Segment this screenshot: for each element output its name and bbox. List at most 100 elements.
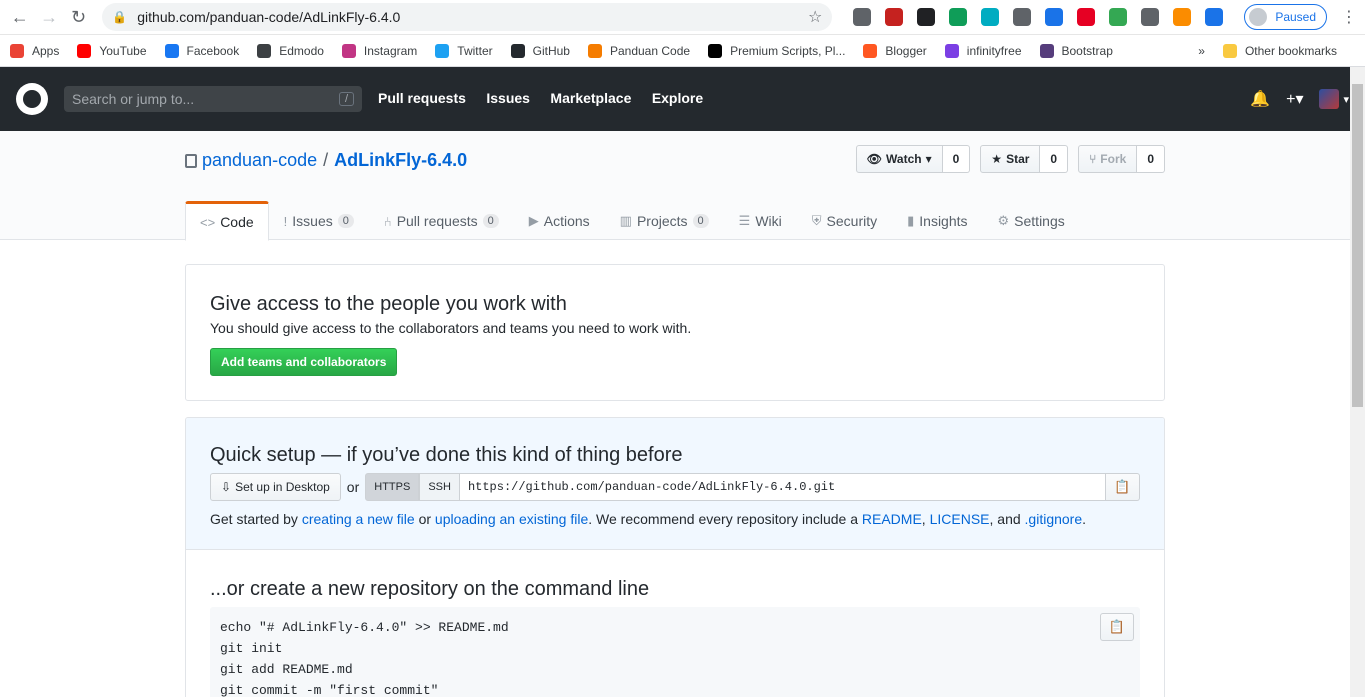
star-icon: ★ (991, 152, 1003, 166)
extension-icon[interactable] (981, 8, 1000, 26)
watch-count[interactable]: 0 (942, 145, 971, 173)
extension-icon[interactable] (853, 8, 872, 26)
other-bookmarks[interactable]: Other bookmarks (1222, 43, 1337, 58)
address-url[interactable]: github.com/panduan-code/AdLinkFly-6.4.0 (137, 9, 808, 25)
watch-button[interactable]: 👁 Watch ▾ (855, 145, 943, 173)
bookmark-favicon-icon (1039, 43, 1054, 58)
profile-button[interactable]: Paused (1244, 4, 1328, 30)
tab-insights[interactable]: ▮ Insights (892, 201, 982, 241)
repo-title: panduan-code / AdLinkFly-6.4.0 (185, 150, 467, 171)
extension-icon[interactable] (1045, 8, 1064, 26)
bookmark-item[interactable]: Bootstrap (1039, 43, 1113, 58)
bookmark-star-icon[interactable]: ☆ (808, 7, 822, 27)
tab-counter: 0 (482, 214, 499, 228)
bookmark-favicon-icon (587, 43, 602, 58)
bookmark-item[interactable]: Twitter (435, 43, 493, 58)
quick-setup-description: Get started by creating a new file or up… (210, 511, 1140, 527)
bookmark-favicon-icon (341, 43, 356, 58)
notifications-bell-icon[interactable]: 🔔 (1250, 89, 1270, 109)
tab-icon: ▥ (619, 213, 632, 228)
clipboard-icon[interactable]: 📋 (1106, 473, 1140, 501)
tab-settings[interactable]: ⚙ Settings (983, 201, 1080, 241)
clone-url-input[interactable]: https://github.com/panduan-code/AdLinkFl… (459, 473, 1106, 501)
command-code-block[interactable]: echo "# AdLinkFly-6.4.0" >> README.md gi… (210, 607, 1140, 697)
bookmarks-overflow-icon[interactable]: » (1198, 44, 1205, 58)
browser-menu-icon[interactable]: ⋮ (1341, 7, 1357, 27)
nav-marketplace[interactable]: Marketplace (550, 90, 631, 106)
desc-comma: , (921, 511, 926, 527)
repo-name-link[interactable]: AdLinkFly-6.4.0 (334, 150, 467, 171)
readme-link[interactable]: README (862, 511, 922, 527)
fork-count[interactable]: 0 (1137, 145, 1165, 173)
extension-icon[interactable] (885, 8, 904, 26)
bookmark-label: Blogger (885, 43, 927, 58)
bookmark-item[interactable]: Edmodo (257, 43, 324, 58)
tab-icon: ⛨ (811, 213, 822, 228)
extension-icon[interactable] (1205, 8, 1224, 26)
clipboard-icon[interactable]: 📋 (1100, 613, 1134, 641)
bookmark-label: Apps (32, 43, 60, 58)
extension-icon[interactable] (917, 8, 936, 26)
search-input[interactable]: Search or jump to... / (64, 86, 362, 112)
bookmark-item[interactable]: Facebook (164, 43, 240, 58)
tab-security[interactable]: ⛨ Security (797, 201, 892, 241)
desc-part-2: or (418, 511, 432, 527)
https-toggle[interactable]: HTTPS (365, 473, 420, 501)
tab-icon: ⚙ (997, 213, 1010, 228)
extension-icon[interactable] (949, 8, 968, 26)
upload-file-link[interactable]: uploading an existing file (435, 511, 588, 527)
bookmark-item[interactable]: GitHub (510, 43, 570, 58)
bookmark-item[interactable]: Panduan Code (587, 43, 690, 58)
repo-owner-link[interactable]: panduan-code (202, 150, 317, 171)
tab-label: Code (220, 214, 254, 230)
forward-icon[interactable]: → (37, 4, 60, 30)
extension-icon[interactable] (1013, 8, 1032, 26)
avatar-dropdown-icon[interactable]: ▾ (1343, 93, 1349, 106)
bookmark-item[interactable]: Blogger (863, 43, 927, 58)
extension-icon[interactable] (1141, 8, 1160, 26)
repo-book-icon (185, 153, 197, 168)
nav-issues[interactable]: Issues (486, 90, 530, 106)
tab-projects[interactable]: ▥ Projects 0 (605, 201, 724, 241)
star-button[interactable]: ★ Star (980, 145, 1041, 173)
tab-counter: 0 (692, 214, 709, 228)
github-logo-icon[interactable] (16, 83, 48, 115)
extension-icon[interactable] (1077, 8, 1096, 26)
setup-desktop-label: Set up in Desktop (235, 480, 330, 494)
extension-icon[interactable] (1173, 8, 1192, 26)
tab-issues[interactable]: ! Issues 0 (269, 201, 369, 241)
page-scrollbar[interactable] (1350, 67, 1365, 697)
fork-button[interactable]: ⑂ Fork (1078, 145, 1138, 173)
create-new-plus-icon[interactable]: +▾ (1286, 89, 1303, 109)
bookmark-item[interactable]: Instagram (341, 43, 417, 58)
tab-actions[interactable]: ▶ Actions (514, 201, 605, 241)
back-icon[interactable]: ← (8, 4, 31, 30)
license-link[interactable]: LICENSE (930, 511, 990, 527)
ssh-toggle[interactable]: SSH (419, 473, 460, 501)
tab-icon: ⑃ (383, 213, 392, 229)
tab-code[interactable]: <> Code (185, 201, 269, 241)
bookmark-item[interactable]: Apps (10, 43, 60, 58)
bookmark-item[interactable]: YouTube (77, 43, 147, 58)
nav-explore[interactable]: Explore (652, 90, 703, 106)
gitignore-link[interactable]: .gitignore (1025, 511, 1083, 527)
reload-icon[interactable]: ↻ (67, 4, 90, 30)
bookmark-favicon-icon (863, 43, 878, 58)
desktop-download-icon: ⇩ (221, 480, 232, 494)
address-bar[interactable]: 🔒 github.com/panduan-code/AdLinkFly-6.4.… (102, 3, 833, 31)
setup-desktop-button[interactable]: ⇩ Set up in Desktop (210, 473, 341, 501)
nav-pull-requests[interactable]: Pull requests (378, 90, 466, 106)
bookmark-label: Facebook (186, 43, 240, 58)
extension-icon[interactable] (1109, 8, 1128, 26)
bookmark-label: YouTube (99, 43, 147, 58)
scrollbar-thumb[interactable] (1352, 84, 1363, 407)
bookmark-item[interactable]: infinityfree (944, 43, 1022, 58)
tab-wiki[interactable]: ☰ Wiki (724, 201, 797, 241)
tab-pull-requests[interactable]: ⑃ Pull requests 0 (369, 201, 514, 241)
star-count[interactable]: 0 (1040, 145, 1069, 173)
add-collaborators-button[interactable]: Add teams and collaborators (210, 348, 398, 376)
bookmark-item[interactable]: Premium Scripts, Pl... (708, 43, 845, 58)
user-avatar[interactable] (1319, 89, 1340, 109)
watch-label: Watch (886, 152, 922, 166)
create-new-file-link[interactable]: creating a new file (302, 511, 415, 527)
